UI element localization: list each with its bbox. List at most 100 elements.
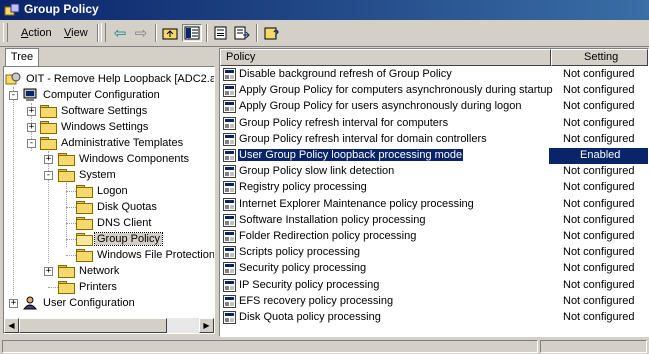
policy-setting-icon: [223, 84, 236, 98]
policy-row[interactable]: IP Security policy processing Not configu…: [220, 278, 648, 294]
expand-toggle[interactable]: +: [9, 299, 18, 308]
tree-item-root[interactable]: OIT - Remove Help Loopback [ADC2.ad.b: [5, 71, 215, 87]
tree-item-user-configuration[interactable]: User Configuration: [22, 295, 137, 311]
policy-setting: Not configured: [563, 165, 635, 178]
tree-label: Group Policy: [94, 232, 163, 246]
policy-setting: Not configured: [563, 181, 635, 194]
policy-row[interactable]: Group Policy slow link detection Not conf…: [220, 164, 648, 180]
tree-item-software-settings[interactable]: Software Settings: [40, 103, 149, 119]
policy-row[interactable]: Apply Group Policy for computers asynchr…: [220, 83, 648, 99]
policy-row[interactable]: Security policy processing Not configured: [220, 261, 648, 277]
show-hide-tree-icon: [184, 26, 200, 40]
tree-line: [66, 183, 67, 247]
tree-label: Logon: [97, 185, 128, 197]
policy-row[interactable]: Folder Redirection policy processing Not …: [220, 229, 648, 245]
policy-setting: Not configured: [563, 100, 635, 113]
tree-item-group-policy[interactable]: Group Policy: [76, 231, 163, 247]
tree-item-administrative-templates[interactable]: Administrative Templates: [40, 135, 185, 151]
expand-toggle[interactable]: +: [27, 123, 36, 132]
window-title: Group Policy: [24, 2, 99, 16]
properties-button[interactable]: [211, 24, 231, 42]
tree-item-dns-client[interactable]: DNS Client: [76, 215, 153, 231]
policy-setting: Not configured: [563, 278, 635, 291]
policy-row[interactable]: Disable background refresh of Group Poli…: [220, 67, 648, 83]
expand-toggle[interactable]: +: [27, 107, 36, 116]
tree-label: Computer Configuration: [43, 89, 160, 101]
tree-item-logon[interactable]: Logon: [76, 183, 130, 199]
tree-label: Software Settings: [61, 105, 148, 117]
title-bar[interactable]: Group Policy: [0, 0, 649, 20]
scroll-left-button[interactable]: ◀: [4, 318, 19, 333]
policy-setting: Not configured: [563, 246, 635, 259]
tree-pane[interactable]: OIT - Remove Help Loopback [ADC2.ad.b - …: [3, 66, 215, 334]
policy-setting: Enabled: [580, 149, 621, 161]
tree-horizontal-scrollbar[interactable]: ◀ ▶: [4, 318, 214, 333]
scroll-right-button[interactable]: ▶: [199, 318, 214, 333]
tree-line: [66, 239, 76, 240]
tree-item-system[interactable]: System: [58, 167, 118, 183]
collapse-toggle[interactable]: -: [9, 91, 18, 100]
policy-name: Apply Group Policy for computers asynchr…: [239, 84, 553, 97]
tree-item-printers[interactable]: Printers: [58, 279, 119, 295]
policy-setting-icon: [223, 100, 236, 114]
column-header-setting[interactable]: Setting: [551, 49, 648, 66]
tree-item-network[interactable]: Network: [58, 263, 121, 279]
folder-icon: [76, 217, 93, 230]
tree-label: User Configuration: [43, 297, 135, 309]
policy-name: Registry policy processing: [239, 181, 367, 194]
policy-name: Group Policy refresh interval for domain…: [239, 132, 487, 145]
policy-setting: Not configured: [563, 262, 635, 275]
policy-row[interactable]: Disk Quota policy processing Not configur…: [220, 310, 648, 326]
policy-setting: Not configured: [563, 132, 635, 145]
help-button[interactable]: ?: [262, 24, 282, 42]
toolbar-separator: [206, 24, 208, 42]
tree-item-windows-components[interactable]: Windows Components: [58, 151, 191, 167]
menu-action[interactable]: Action: [21, 27, 52, 39]
gpo-root-icon: [5, 72, 21, 85]
show-hide-tree-button[interactable]: [182, 24, 202, 42]
collapse-toggle[interactable]: -: [27, 139, 36, 148]
collapse-toggle[interactable]: -: [44, 171, 53, 180]
expand-toggle[interactable]: +: [44, 155, 53, 164]
export-list-button[interactable]: [232, 24, 252, 42]
policy-setting-icon: [223, 68, 236, 81]
tree-line: [48, 151, 49, 263]
policy-row[interactable]: Apply Group Policy for users asynchronou…: [220, 99, 648, 115]
policy-name: Software Installation policy processing: [239, 213, 426, 226]
tree-item-windows-file-protection[interactable]: Windows File Protection: [76, 247, 214, 263]
policy-setting: Not configured: [563, 116, 635, 129]
policy-row[interactable]: Group Policy refresh interval for domain…: [220, 132, 648, 148]
folder-icon: [58, 169, 75, 182]
policy-row[interactable]: Internet Explorer Maintenance policy pro…: [220, 197, 648, 213]
expand-toggle[interactable]: +: [44, 267, 53, 276]
policy-row[interactable]: Software Installation policy processing N…: [220, 213, 648, 229]
toolbar-grip[interactable]: [101, 23, 106, 42]
status-cell-main: [2, 340, 538, 353]
tree-label: Administrative Templates: [61, 137, 184, 149]
policy-setting-icon: [223, 165, 236, 179]
column-header-policy[interactable]: Policy: [220, 49, 551, 66]
menu-grip[interactable]: [3, 23, 8, 42]
back-button[interactable]: ⇦: [110, 24, 130, 42]
up-one-level-button[interactable]: [160, 24, 180, 42]
policy-row[interactable]: EFS recovery policy processing Not config…: [220, 294, 648, 310]
tree-item-disk-quotas[interactable]: Disk Quotas: [76, 199, 159, 215]
scroll-thumb[interactable]: [19, 318, 167, 333]
menu-view[interactable]: View: [64, 27, 88, 39]
folder-icon: [58, 281, 75, 294]
policy-row[interactable]: User Group Policy loopback processing mo…: [220, 148, 648, 164]
properties-icon: [214, 26, 227, 40]
tab-tree[interactable]: Tree: [5, 48, 39, 66]
policy-setting: Not configured: [563, 68, 635, 80]
policy-setting: Not configured: [563, 294, 635, 307]
tree-item-windows-settings[interactable]: Windows Settings: [40, 119, 150, 135]
policy-row[interactable]: Group Policy refresh interval for comput…: [220, 116, 648, 132]
policy-setting-icon: [223, 278, 236, 292]
folder-icon: [76, 249, 93, 262]
forward-button[interactable]: ⇨: [131, 24, 151, 42]
policy-row[interactable]: Registry policy processing Not configured: [220, 180, 648, 196]
folder-icon: [76, 201, 93, 214]
tree-item-computer-configuration[interactable]: Computer Configuration: [22, 87, 162, 103]
tree-label: OIT - Remove Help Loopback [ADC2.ad.b: [26, 73, 215, 85]
policy-row[interactable]: Scripts policy processing Not configured: [220, 245, 648, 261]
